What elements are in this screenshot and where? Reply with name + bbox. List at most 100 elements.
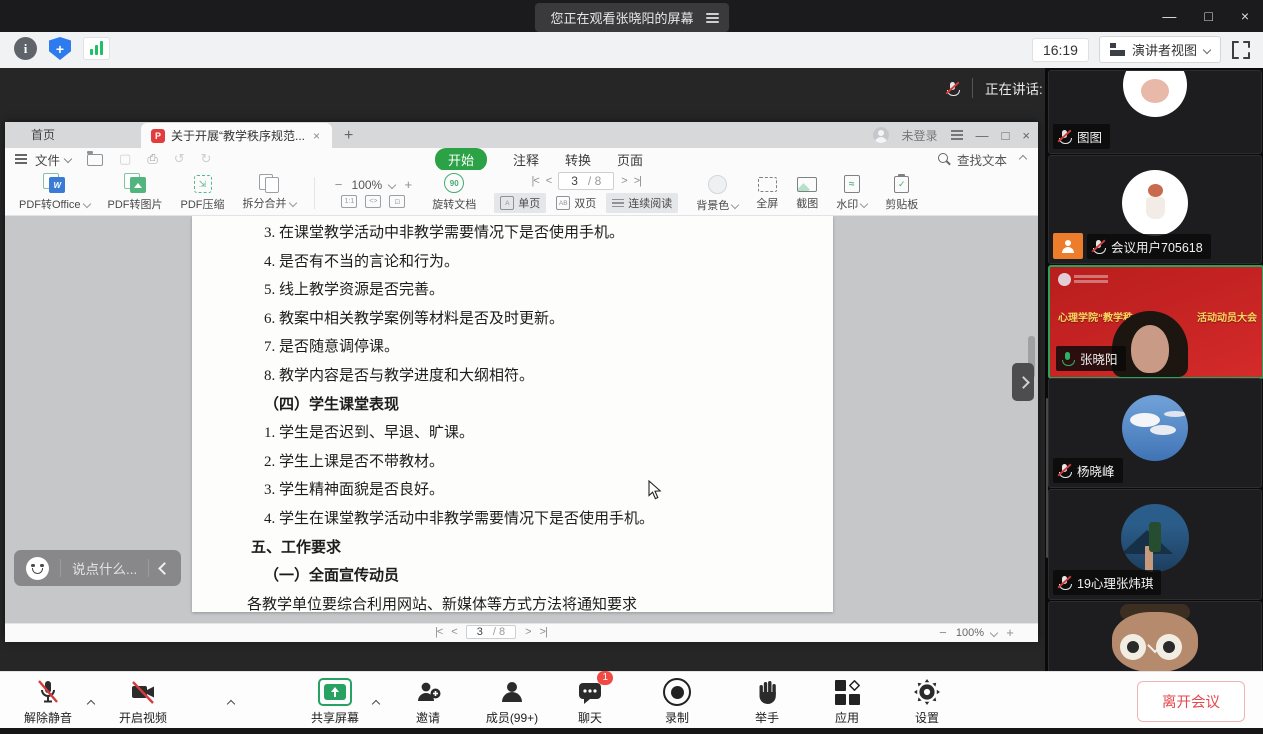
fit-page-icon[interactable]: ⊡	[389, 195, 405, 208]
fullscreen-button[interactable]: 全屏	[756, 174, 778, 211]
last-page-button[interactable]: >|	[634, 175, 641, 187]
invite-button[interactable]: 邀请	[385, 678, 471, 726]
zoom-out-button[interactable]: −	[937, 625, 949, 640]
mic-options-chevron[interactable]	[88, 694, 94, 712]
share-screen-button[interactable]: 共享屏幕	[292, 678, 378, 726]
pdf-to-office-button[interactable]: W PDF转Office	[19, 173, 90, 212]
participant-tile-active-speaker[interactable]: 心理学院“教学秩 活动动员大会 张晓阳	[1048, 265, 1263, 379]
first-page-button[interactable]: |<	[435, 626, 442, 638]
participant-tile[interactable]: 19心理张炜琪	[1048, 489, 1262, 600]
account-avatar[interactable]	[873, 127, 889, 143]
double-page-button[interactable]: AB双页	[550, 193, 602, 213]
watermark-icon: ≈	[844, 175, 860, 193]
page-number-input[interactable]: 3 / 8	[558, 172, 614, 190]
save-icon[interactable]: ▢	[119, 151, 131, 167]
single-page-button[interactable]: A单页	[494, 193, 546, 213]
start-video-button[interactable]: 开启视频	[100, 678, 186, 726]
find-text-button[interactable]: 查找文本	[938, 148, 1026, 170]
zoom-in-button[interactable]: +	[402, 177, 414, 192]
rotate-document-button[interactable]: 90 旋转文档	[432, 173, 476, 212]
raise-hand-button[interactable]: 举手	[724, 678, 810, 726]
undo-icon[interactable]: ↺	[174, 151, 185, 167]
background-color-button[interactable]: 背景色	[696, 173, 738, 213]
prev-page-button[interactable]: <	[451, 626, 456, 638]
meeting-time: 16:19	[1032, 38, 1089, 62]
scroll-down-icon[interactable]	[1150, 638, 1161, 656]
unmute-button[interactable]: 解除静音	[5, 678, 91, 726]
window-menu-icon[interactable]	[951, 128, 963, 143]
continuous-read-button[interactable]: 连续阅读	[606, 193, 678, 213]
chat-button[interactable]: 1 聊天	[547, 678, 633, 726]
apps-button[interactable]: 应用	[804, 678, 890, 726]
zoom-dropdown-icon[interactable]	[388, 180, 396, 188]
security-shield-icon[interactable]: +	[49, 37, 71, 60]
members-button[interactable]: 成员(99+)	[469, 678, 555, 726]
prev-page-button[interactable]: <	[546, 175, 551, 187]
chat-placeholder[interactable]: 说点什么...	[72, 558, 137, 578]
open-file-icon[interactable]	[87, 154, 103, 166]
zoom-level[interactable]: 100%	[956, 627, 984, 639]
ribbon-tab-page[interactable]: 页面	[617, 150, 643, 169]
participants-sidebar: 图图 会议用户705618 心理学院“教学秩 活动动员大会 张晓阳	[1045, 68, 1263, 671]
split-merge-button[interactable]: 拆分合并	[243, 174, 296, 211]
network-signal-icon[interactable]	[83, 37, 110, 60]
settings-button[interactable]: 设置	[884, 678, 970, 726]
watermark-button[interactable]: ≈ 水印	[836, 173, 867, 212]
tab-document[interactable]: P 关于开展“教学秩序规范... ×	[141, 123, 332, 148]
first-page-button[interactable]: |<	[532, 175, 539, 187]
zoom-level[interactable]: 100%	[352, 178, 383, 192]
pdf-compress-button[interactable]: ⇲ PDF压缩	[181, 173, 225, 212]
screenshot-button[interactable]: 截图	[796, 174, 818, 211]
page-number-input[interactable]: 3 / 8	[466, 625, 516, 639]
zoom-out-button[interactable]: −	[333, 177, 345, 192]
video-options-chevron[interactable]	[228, 694, 234, 712]
pdf-maximize-button[interactable]: □	[1002, 128, 1010, 143]
ribbon-tab-annotate[interactable]: 注释	[513, 150, 539, 169]
share-options-chevron[interactable]	[373, 694, 379, 712]
tab-home[interactable]: 首页	[5, 121, 81, 148]
clipboard-button[interactable]: ✓ 剪贴板	[885, 174, 918, 212]
meeting-info-icon[interactable]: i	[14, 37, 37, 60]
participant-tile[interactable]: 会议用户705618	[1048, 155, 1262, 264]
emoji-icon[interactable]	[26, 557, 49, 580]
minimize-button[interactable]: —	[1162, 8, 1176, 24]
file-menu[interactable]: 文件	[35, 150, 71, 169]
record-button[interactable]: 录制	[634, 678, 720, 726]
banner-menu-icon[interactable]	[706, 11, 719, 25]
redo-icon[interactable]: ↻	[201, 151, 212, 167]
next-page-button[interactable]: >	[621, 175, 626, 187]
pdf-close-button[interactable]: ×	[1022, 128, 1030, 143]
new-tab-button[interactable]: +	[332, 127, 365, 148]
view-mode-dropdown[interactable]: 演讲者视图	[1099, 36, 1221, 63]
print-icon[interactable]: ⎙	[147, 151, 157, 167]
zoom-in-button[interactable]: +	[1004, 625, 1016, 640]
split-merge-icon	[259, 174, 279, 192]
collapse-left-icon[interactable]	[158, 562, 171, 575]
tab-close-icon[interactable]: ×	[311, 129, 322, 143]
collapse-ribbon-icon[interactable]	[1019, 155, 1027, 163]
fit-actual-icon[interactable]: 1:1	[341, 195, 357, 208]
background-color-icon	[708, 175, 727, 194]
maximize-button[interactable]: □	[1204, 8, 1212, 24]
watching-screen-banner[interactable]: 您正在观看张晓阳的屏幕	[534, 3, 728, 32]
zoom-dropdown-icon[interactable]	[990, 628, 998, 636]
fullscreen-icon[interactable]	[1231, 40, 1251, 60]
fit-width-icon[interactable]: <>	[365, 195, 381, 208]
ribbon-tab-home[interactable]: 开始	[435, 148, 487, 171]
pdf-minimize-button[interactable]: —	[976, 128, 989, 143]
quick-chat-bubble[interactable]: 说点什么...	[14, 550, 181, 586]
pdf-to-image-button[interactable]: PDF转图片	[108, 173, 163, 212]
sidebar-expand-button[interactable]	[1012, 363, 1034, 401]
participant-tile[interactable]: 杨晓峰	[1048, 378, 1262, 488]
close-button[interactable]: ×	[1241, 8, 1249, 24]
main-menu-icon[interactable]	[15, 152, 27, 166]
ribbon-tab-convert[interactable]: 转换	[565, 150, 591, 169]
participant-tile[interactable]	[1048, 601, 1262, 673]
doc-line: 4. 是否有不当的言论和行为。	[192, 248, 833, 277]
next-page-button[interactable]: >	[525, 626, 530, 638]
login-status[interactable]: 未登录	[902, 127, 938, 144]
participant-tile[interactable]: 图图	[1048, 70, 1262, 154]
avatar	[1122, 395, 1188, 461]
last-page-button[interactable]: >|	[540, 626, 547, 638]
leave-meeting-button[interactable]: 离开会议	[1137, 681, 1245, 722]
